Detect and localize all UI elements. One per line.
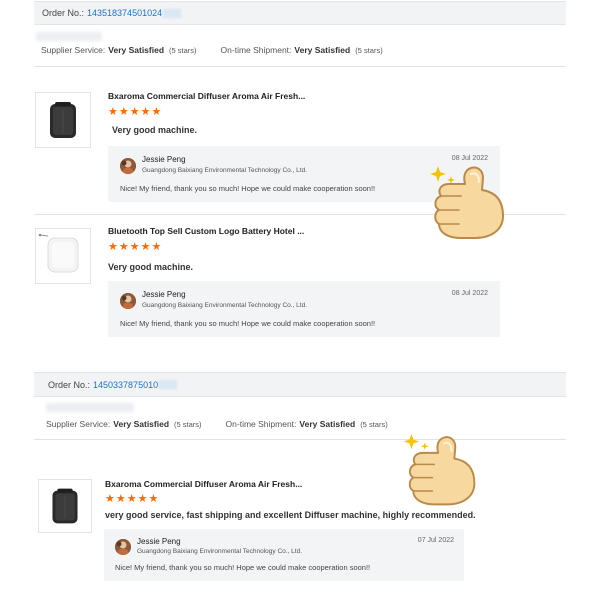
shipment-value: Very Satisfied [299, 419, 356, 429]
supplier-service-label: Supplier Service: [46, 419, 111, 429]
avatar [115, 539, 131, 555]
redacted-line [36, 32, 102, 41]
reply-message: Nice! My friend, thank you so much! Hope… [120, 184, 376, 193]
divider [34, 66, 566, 67]
shipment-value: Very Satisfied [294, 45, 351, 55]
supplier-service-value: Very Satisfied [113, 419, 170, 429]
sparkle-icon [403, 433, 429, 451]
order-number-redacted [163, 8, 182, 18]
avatar [120, 293, 136, 309]
order-label: Order No.: [48, 379, 91, 390]
product-title-link[interactable]: Bxaroma Commercial Diffuser Aroma Air Fr… [108, 91, 305, 101]
reply-message: Nice! My friend, thank you so much! Hope… [120, 319, 376, 328]
shipment-stars: (5 stars) [355, 45, 383, 55]
supplier-reply-3: Jessie Peng Guangdong Baixiang Environme… [104, 529, 464, 581]
avatar [120, 158, 136, 174]
order-label: Order No.: [42, 8, 85, 18]
shipment-label: On-time Shipment: [220, 45, 292, 55]
reply-date: 08 Jul 2022 [451, 290, 488, 297]
diffuser-black-image [52, 488, 78, 524]
supplier-reply-2: Jessie Peng Guangdong Baixiang Environme… [108, 281, 500, 337]
satisfaction-row-2: Supplier Service: Very Satisfied (5 star… [46, 419, 388, 429]
rating-stars: ★★★★★ [108, 241, 163, 253]
redacted-line [46, 403, 134, 412]
product-thumbnail-2[interactable] [35, 228, 91, 284]
rating-stars: ★★★★★ [105, 493, 160, 505]
reply-company: Guangdong Baixiang Environmental Technol… [137, 548, 303, 555]
reply-author-name: Jessie Peng [137, 537, 181, 546]
review-text: Very good machine. [108, 262, 194, 272]
sparkle-icon [430, 166, 455, 184]
order-header-2: Order No.: 1450337875010 [34, 372, 566, 397]
supplier-service-stars: (5 stars) [174, 419, 202, 429]
product-thumbnail-1[interactable] [35, 92, 91, 148]
shipment-label: On-time Shipment: [225, 419, 297, 429]
diffuser-white-image [38, 233, 79, 273]
order-number-redacted [159, 380, 178, 389]
satisfaction-row-1: Supplier Service: Very Satisfied (5 star… [41, 45, 383, 55]
review-text: Very good machine. [112, 125, 198, 135]
supplier-service-stars: (5 stars) [169, 45, 197, 55]
supplier-service-label: Supplier Service: [41, 45, 106, 55]
supplier-service-value: Very Satisfied [108, 45, 165, 55]
product-thumbnail-3[interactable] [38, 479, 92, 533]
order-number-link[interactable]: 143518374501024 [87, 8, 162, 18]
thumbs-up-icon [430, 166, 504, 239]
product-title-link[interactable]: Bxaroma Commercial Diffuser Aroma Air Fr… [105, 479, 302, 489]
divider [34, 439, 566, 440]
thumbs-up-icon [403, 433, 476, 506]
reply-company: Guangdong Baixiang Environmental Technol… [142, 302, 308, 309]
reply-author-name: Jessie Peng [142, 290, 186, 299]
diffuser-black-image [50, 102, 76, 138]
order-number-link[interactable]: 1450337875010 [93, 380, 158, 390]
rating-stars: ★★★★★ [108, 106, 163, 118]
reply-date: 07 Jul 2022 [417, 537, 454, 544]
order-header-1: Order No.: 143518374501024 [34, 1, 566, 25]
reply-message: Nice! My friend, thank you so much! Hope… [115, 563, 371, 572]
shipment-stars: (5 stars) [360, 419, 388, 429]
reply-company: Guangdong Baixiang Environmental Technol… [142, 167, 308, 174]
product-title-link[interactable]: Bluetooth Top Sell Custom Logo Battery H… [108, 226, 304, 236]
reply-author-name: Jessie Peng [142, 155, 186, 164]
